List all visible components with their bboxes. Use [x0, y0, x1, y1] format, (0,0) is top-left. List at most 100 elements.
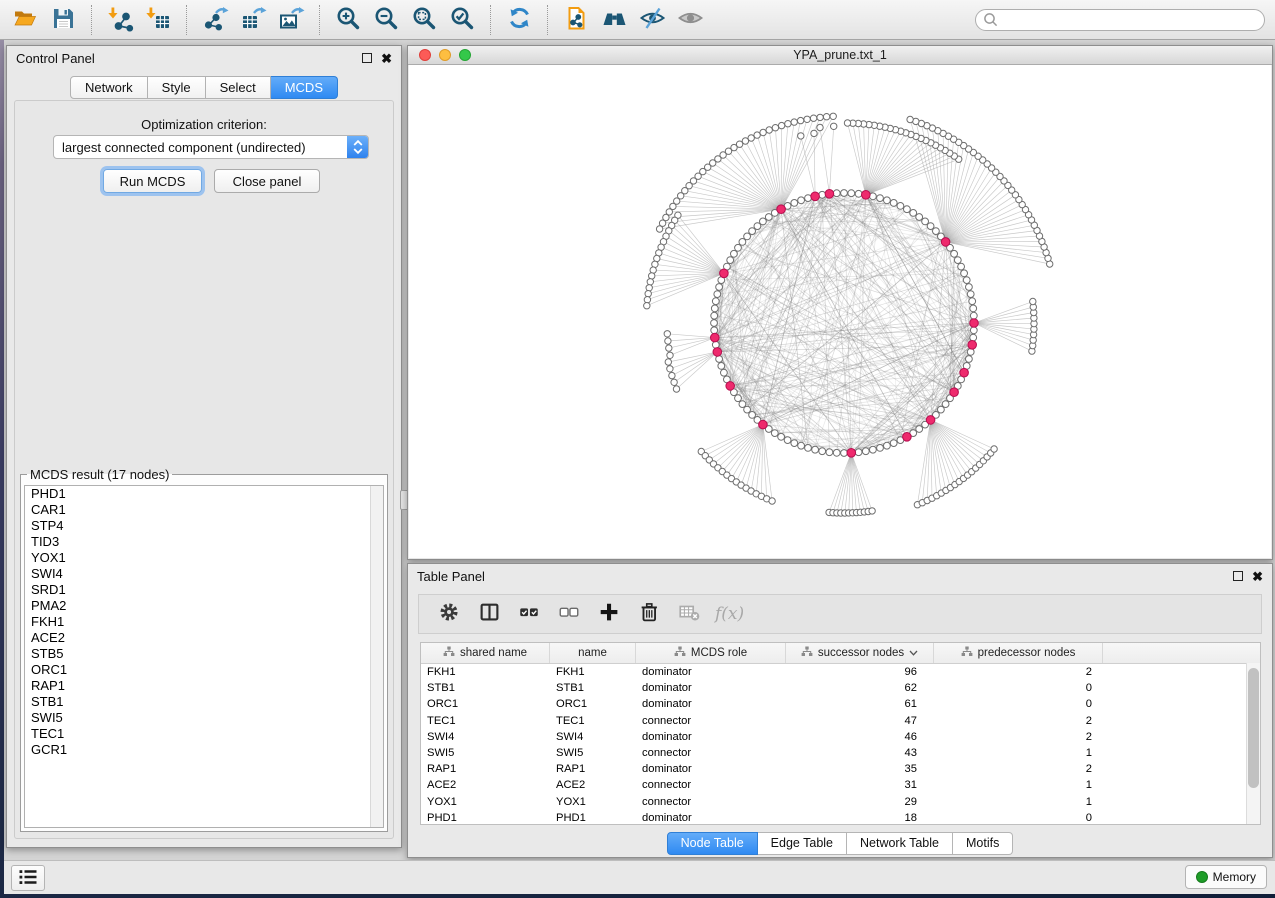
tab-motifs[interactable]: Motifs [953, 832, 1013, 855]
zoom-selected-button[interactable] [443, 4, 481, 36]
table-row[interactable]: PHD1PHD1dominator180 [421, 810, 1260, 826]
mcds-result-item[interactable]: ACE2 [25, 630, 383, 646]
tab-select[interactable]: Select [206, 76, 271, 99]
cell-name: PHD1 [550, 812, 636, 824]
network-canvas[interactable] [409, 65, 1271, 558]
cell-shared-name: ACE2 [421, 779, 550, 791]
cell-MCDS-role: connector [636, 796, 786, 808]
import-network-button[interactable] [101, 4, 139, 36]
zoom-in-button[interactable] [329, 4, 367, 36]
memory-status-icon [1196, 871, 1208, 883]
maximize-traffic-light[interactable] [459, 49, 471, 61]
column-header-name[interactable]: name [550, 643, 636, 663]
mcds-result-item[interactable]: SRD1 [25, 582, 383, 598]
list-icon [17, 867, 39, 890]
mcds-result-item[interactable]: TID3 [25, 534, 383, 550]
float-window-icon[interactable] [362, 53, 372, 63]
optimization-criterion-select[interactable]: largest connected component (undirected) [53, 135, 369, 159]
zoom-out-button[interactable] [367, 4, 405, 36]
search-input[interactable] [975, 9, 1265, 31]
settings-gear-button[interactable] [431, 598, 467, 630]
mcds-result-item[interactable]: FKH1 [25, 614, 383, 630]
column-header-predecessor-nodes[interactable]: predecessor nodes [934, 643, 1103, 663]
table-panel-titlebar[interactable]: Table Panel ✖ [408, 564, 1272, 588]
import-table-button[interactable] [139, 4, 177, 36]
columns-button[interactable] [471, 598, 507, 630]
mcds-result-item[interactable]: STP4 [25, 518, 383, 534]
zoom-fit-button[interactable] [405, 4, 443, 36]
cell-MCDS-role: dominator [636, 698, 786, 710]
mcds-result-item[interactable]: YOX1 [25, 550, 383, 566]
mcds-result-item[interactable]: PHD1 [25, 486, 383, 502]
table-row[interactable]: ORC1ORC1dominator610 [421, 696, 1260, 712]
close-window-icon[interactable]: ✖ [381, 52, 392, 65]
add-plus-button[interactable] [591, 598, 627, 630]
cell-predecessor-nodes: 2 [934, 763, 1103, 775]
mcds-result-item[interactable]: SWI5 [25, 710, 383, 726]
select-all-checkboxes-button[interactable] [511, 598, 547, 630]
panel-list-button[interactable] [11, 865, 45, 891]
mcds-list-scrollbar[interactable] [370, 486, 383, 827]
mcds-result-item[interactable]: CAR1 [25, 502, 383, 518]
mcds-result-item[interactable]: PMA2 [25, 598, 383, 614]
open-file-icon [12, 5, 39, 35]
export-image-button[interactable] [272, 4, 310, 36]
tab-network[interactable]: Network [70, 76, 148, 99]
deselect-all-checkboxes-button[interactable] [551, 598, 587, 630]
table-row[interactable]: YOX1YOX1connector291 [421, 794, 1260, 810]
table-row[interactable]: SWI5SWI5connector431 [421, 745, 1260, 761]
close-window-icon[interactable]: ✖ [1252, 570, 1263, 583]
zoom-fit-icon [411, 5, 438, 35]
open-file-button[interactable] [6, 4, 44, 36]
table-disabled-button [671, 598, 707, 630]
close-panel-button[interactable]: Close panel [214, 169, 320, 193]
cell-shared-name: PHD1 [421, 812, 550, 824]
column-header-successor-nodes[interactable]: successor nodes [786, 643, 934, 663]
run-mcds-button[interactable]: Run MCDS [103, 169, 202, 193]
table-row[interactable]: STB1STB1dominator620 [421, 680, 1260, 696]
cell-name: ACE2 [550, 779, 636, 791]
export-table-button[interactable] [234, 4, 272, 36]
table-row[interactable]: SWI4SWI4dominator462 [421, 729, 1260, 745]
export-table-icon [240, 5, 267, 35]
close-traffic-light[interactable] [419, 49, 431, 61]
mcds-result-item[interactable]: STB5 [25, 646, 383, 662]
table-scrollbar-thumb[interactable] [1248, 668, 1259, 788]
export-network-button[interactable] [196, 4, 234, 36]
tab-style[interactable]: Style [148, 76, 206, 99]
delete-trash-button[interactable] [631, 598, 667, 630]
mcds-result-item[interactable]: SWI4 [25, 566, 383, 582]
show-eye-button[interactable] [671, 4, 709, 36]
hide-eye-slash-button[interactable] [633, 4, 671, 36]
memory-button[interactable]: Memory [1185, 865, 1267, 889]
table-row[interactable]: FKH1FKH1dominator962 [421, 664, 1260, 680]
mcds-result-item[interactable]: TEC1 [25, 726, 383, 742]
cell-successor-nodes: 47 [786, 715, 934, 727]
refresh-button[interactable] [500, 4, 538, 36]
minimize-traffic-light[interactable] [439, 49, 451, 61]
table-row[interactable]: TEC1TEC1connector472 [421, 713, 1260, 729]
column-header-shared-name[interactable]: shared name [421, 643, 550, 663]
tab-node-table[interactable]: Node Table [667, 832, 758, 855]
cell-shared-name: ORC1 [421, 698, 550, 710]
tab-network-table[interactable]: Network Table [847, 832, 953, 855]
control-panel-titlebar[interactable]: Control Panel ✖ [7, 46, 401, 70]
search-binoculars-button[interactable] [595, 4, 633, 36]
save-button[interactable] [44, 4, 82, 36]
mcds-result-item[interactable]: STB1 [25, 694, 383, 710]
column-header-MCDS-role[interactable]: MCDS role [636, 643, 786, 663]
mcds-result-item[interactable]: GCR1 [25, 742, 383, 758]
tab-mcds[interactable]: MCDS [271, 76, 338, 99]
tab-edge-table[interactable]: Edge Table [758, 832, 847, 855]
cell-name: TEC1 [550, 715, 636, 727]
cell-predecessor-nodes: 2 [934, 731, 1103, 743]
table-row[interactable]: ACE2ACE2connector311 [421, 777, 1260, 793]
network-window-titlebar[interactable]: YPA_prune.txt_1 [408, 46, 1272, 65]
table-row[interactable]: RAP1RAP1dominator352 [421, 761, 1260, 777]
table-scrollbar[interactable] [1246, 663, 1260, 824]
network-graph[interactable] [409, 65, 1271, 558]
share-document-button[interactable] [557, 4, 595, 36]
mcds-result-item[interactable]: ORC1 [25, 662, 383, 678]
float-window-icon[interactable] [1233, 571, 1243, 581]
mcds-result-item[interactable]: RAP1 [25, 678, 383, 694]
